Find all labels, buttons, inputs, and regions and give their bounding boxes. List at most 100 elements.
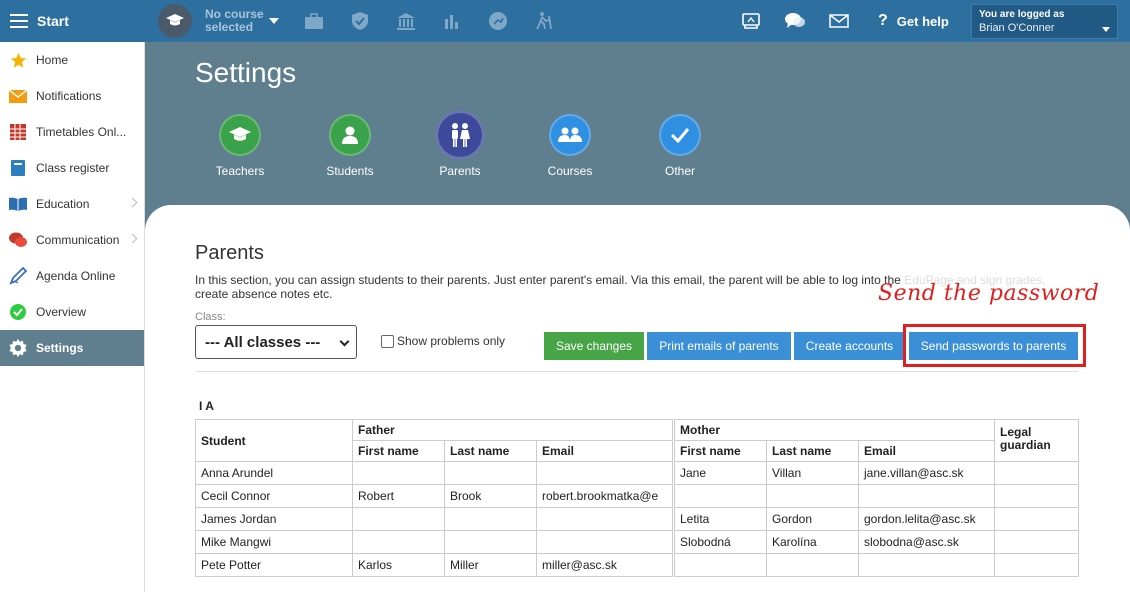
start-menu-button[interactable]: Start <box>0 0 145 42</box>
hamburger-icon <box>10 14 28 28</box>
sidebar-item-label: Class register <box>36 161 110 175</box>
bar-chart-icon[interactable] <box>442 11 462 31</box>
student-name-cell: Cecil Connor <box>195 484 353 508</box>
student-name-cell: Pete Potter <box>195 553 353 577</box>
table-row: Cecil Connor Robert Brook robert.brookmatka… <box>195 484 1079 508</box>
sidebar-item-agenda-online[interactable]: Agenda Online <box>0 258 144 294</box>
parents-icon <box>436 111 484 159</box>
legal-guardian-cell[interactable] <box>994 461 1079 485</box>
m-first-cell[interactable] <box>674 553 767 577</box>
walking-icon[interactable] <box>534 11 554 31</box>
save-changes-button[interactable]: Save changes <box>544 332 644 360</box>
f-first-cell[interactable] <box>352 461 445 485</box>
print-emails-button[interactable]: Print emails of parents <box>647 332 791 360</box>
calendar-icon <box>9 123 27 141</box>
f-last-cell[interactable] <box>444 461 537 485</box>
table-row: Mike Mangwi Slobodná Karolína slobodna@asc.… <box>195 530 1079 554</box>
sidebar-item-overview[interactable]: Overview <box>0 294 144 330</box>
sidebar-item-notifications[interactable]: Notifications <box>0 78 144 114</box>
chat-bubbles-icon[interactable] <box>785 11 805 31</box>
m-first-cell[interactable]: Jane <box>674 461 767 485</box>
sidebar-item-settings[interactable]: Settings <box>0 330 144 366</box>
f-first-cell[interactable]: Karlos <box>352 553 445 577</box>
sidebar-item-label: Notifications <box>36 89 102 103</box>
chevron-down-icon <box>1102 27 1110 32</box>
gauge-icon[interactable] <box>488 11 508 31</box>
legal-guardian-cell[interactable] <box>994 530 1079 554</box>
f-email-cell[interactable] <box>536 507 673 531</box>
sidebar-item-class-register[interactable]: Class register <box>0 150 144 186</box>
category-label: Courses <box>547 164 593 178</box>
sidebar-item-label: Education <box>36 197 90 211</box>
get-help-button[interactable]: ? Get help <box>878 12 949 30</box>
f-email-cell[interactable] <box>536 530 673 554</box>
sidebar-item-education[interactable]: Education <box>0 186 144 222</box>
user-name: Brian O'Conner <box>979 22 1055 34</box>
briefcase-icon[interactable] <box>304 11 324 31</box>
sidebar-item-home[interactable]: Home <box>0 42 144 78</box>
f-last-cell[interactable] <box>444 530 537 554</box>
legal-guardian-cell[interactable] <box>994 507 1079 531</box>
course-selector[interactable]: No course selected <box>158 4 279 38</box>
create-accounts-button[interactable]: Create accounts <box>794 332 905 360</box>
father-email-header: Email <box>536 440 673 462</box>
f-email-cell[interactable] <box>536 461 673 485</box>
sidebar-item-label: Overview <box>36 305 87 319</box>
category-label: Students <box>326 164 374 178</box>
f-email-cell[interactable]: robert.brookmatka@e <box>536 484 673 508</box>
category-students[interactable]: Students <box>310 114 390 178</box>
father-header: Father <box>352 419 673 441</box>
class-label: Class: <box>195 311 226 323</box>
question-icon: ? <box>878 12 888 29</box>
f-first-cell[interactable] <box>352 507 445 531</box>
cast-screen-icon[interactable] <box>741 11 761 31</box>
sidebar-item-label: Agenda Online <box>36 269 116 283</box>
m-last-cell[interactable] <box>766 484 859 508</box>
start-label: Start <box>37 13 69 29</box>
graduation-cap-icon <box>158 4 192 38</box>
m-first-cell[interactable]: Slobodná <box>674 530 767 554</box>
show-problems-label: Show problems only <box>397 334 506 348</box>
legal-guardian-cell[interactable] <box>994 553 1079 577</box>
graduation-cap-icon <box>219 114 261 156</box>
sidebar: Home Notifications Timetables Onl... Cla… <box>0 42 145 592</box>
f-last-cell[interactable]: Brook <box>444 484 537 508</box>
parents-table: Student Father Mother Legal guardian Fir… <box>195 419 1079 577</box>
m-last-cell[interactable]: Gordon <box>766 507 859 531</box>
bank-icon[interactable] <box>396 11 416 31</box>
m-first-cell[interactable]: Letita <box>674 507 767 531</box>
category-teachers[interactable]: Teachers <box>200 114 280 178</box>
mother-header: Mother <box>674 419 995 441</box>
m-email-cell[interactable]: jane.villan@asc.sk <box>858 461 995 485</box>
m-email-cell[interactable]: slobodna@asc.sk <box>858 530 995 554</box>
category-other[interactable]: Other <box>640 114 720 178</box>
checkbox-box[interactable] <box>381 334 394 348</box>
m-email-cell[interactable]: gordon.lelita@asc.sk <box>858 507 995 531</box>
m-email-cell[interactable] <box>858 553 995 577</box>
user-account-menu[interactable]: You are logged as Brian O'Conner <box>971 4 1118 39</box>
f-last-cell[interactable] <box>444 507 537 531</box>
mail-icon[interactable] <box>829 11 849 31</box>
f-last-cell[interactable]: Miller <box>444 553 537 577</box>
table-row: James Jordan Letita Gordon gordon.lelita@as… <box>195 507 1079 531</box>
m-last-cell[interactable]: Karolína <box>766 530 859 554</box>
shield-icon[interactable] <box>350 11 370 31</box>
f-email-cell[interactable]: miller@asc.sk <box>536 553 673 577</box>
show-problems-checkbox[interactable]: Show problems only <box>381 334 505 348</box>
category-courses[interactable]: Courses <box>530 114 610 178</box>
sidebar-item-label: Home <box>36 53 69 67</box>
m-first-cell[interactable] <box>674 484 767 508</box>
f-first-cell[interactable] <box>352 530 445 554</box>
m-email-cell[interactable] <box>858 484 995 508</box>
m-last-cell[interactable]: Villan <box>766 461 859 485</box>
sidebar-item-timetables[interactable]: Timetables Onl... <box>0 114 144 150</box>
class-select[interactable]: --- All classes --- <box>195 325 357 359</box>
book-icon <box>9 195 27 213</box>
legal-guardian-cell[interactable] <box>994 484 1079 508</box>
table-row: Anna Arundel Jane Villan jane.villan@asc.sk <box>195 461 1079 485</box>
sidebar-item-communication[interactable]: Communication <box>0 222 144 258</box>
logged-as-label: You are logged as <box>979 9 1065 20</box>
category-parents[interactable]: Parents <box>420 111 500 178</box>
m-last-cell[interactable] <box>766 553 859 577</box>
f-first-cell[interactable]: Robert <box>352 484 445 508</box>
